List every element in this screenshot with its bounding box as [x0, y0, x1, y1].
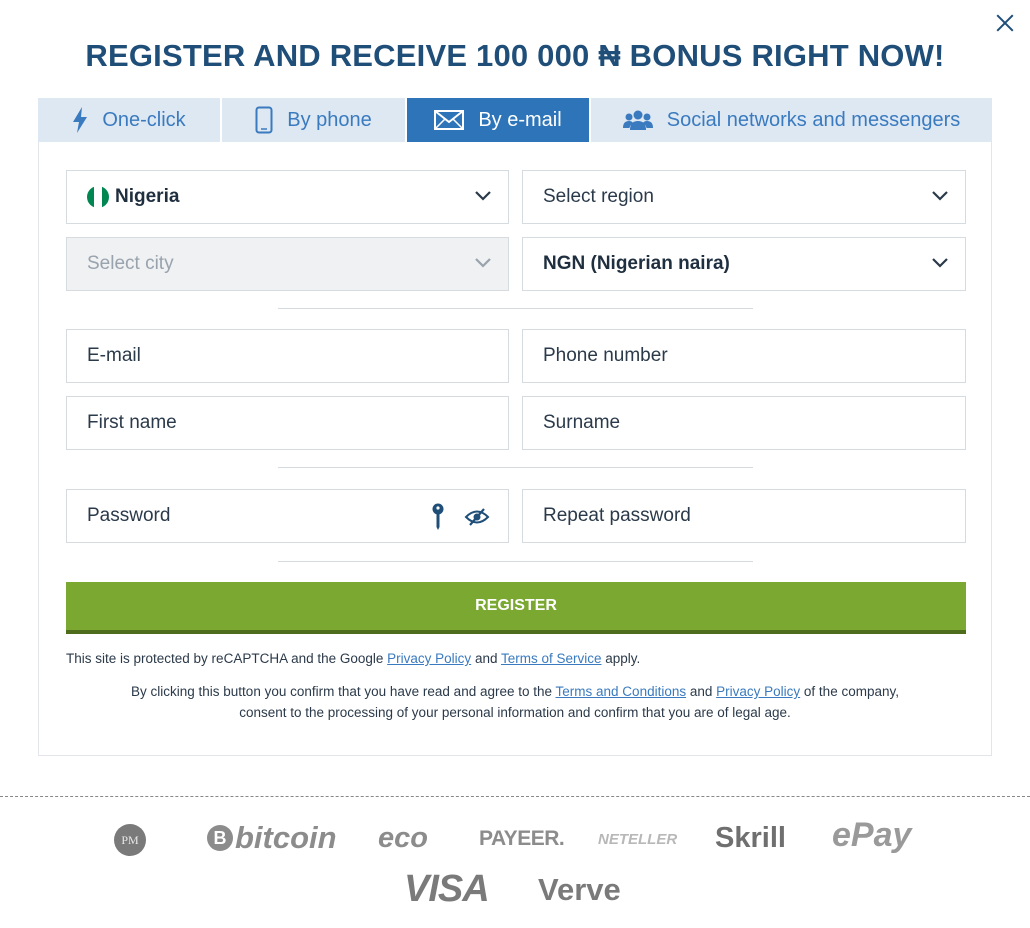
skrill-logo: Skrill [715, 822, 786, 854]
recaptcha-and: and [471, 651, 501, 666]
currency-value: NGN (Nigerian naira) [543, 253, 730, 274]
chevron-down-icon [475, 191, 491, 201]
terms-and-conditions-link[interactable]: Terms and Conditions [556, 684, 687, 699]
tab-label: By phone [287, 108, 372, 131]
surname-field[interactable]: Surname [522, 396, 966, 450]
google-terms-link[interactable]: Terms of Service [501, 651, 602, 666]
bitcoin-icon: B [207, 825, 233, 851]
country-value: Nigeria [115, 186, 180, 207]
eye-slash-icon[interactable] [464, 508, 490, 526]
tab-label: One-click [102, 108, 186, 131]
currency-select[interactable]: NGN (Nigerian naira) [522, 237, 966, 291]
register-button[interactable]: REGISTER [66, 582, 966, 634]
consent-note: By clicking this button you confirm that… [0, 681, 1030, 723]
city-select[interactable]: Select city [66, 237, 509, 291]
region-select[interactable]: Select region [522, 170, 966, 224]
close-icon[interactable] [992, 10, 1018, 36]
epay-logo: ePay [832, 816, 912, 854]
tab-label: By e-mail [478, 108, 562, 131]
registration-tabs: One-click By phone By e-mail Social netw… [38, 98, 992, 142]
region-placeholder: Select region [543, 186, 654, 207]
privacy-policy-link[interactable]: Privacy Policy [716, 684, 800, 699]
section-divider [278, 308, 753, 309]
repeat-password-placeholder: Repeat password [543, 505, 691, 526]
country-select[interactable]: Nigeria [66, 170, 509, 224]
recaptcha-text-after: apply. [601, 651, 641, 666]
phone-placeholder: Phone number [543, 345, 668, 366]
dashed-separator [0, 796, 1030, 797]
chevron-down-icon [475, 258, 491, 268]
tab-by-phone[interactable]: By phone [222, 98, 407, 142]
consent-line-1: By clicking this button you confirm that… [0, 681, 1030, 702]
pm-logo-mark: PM [114, 824, 146, 856]
tab-by-email[interactable]: By e-mail [407, 98, 591, 142]
recaptcha-note: This site is protected by reCAPTCHA and … [66, 648, 640, 669]
city-placeholder: Select city [87, 253, 174, 274]
recaptcha-text: This site is protected by reCAPTCHA and … [66, 651, 388, 666]
chevron-down-icon [932, 258, 948, 268]
eco-logo: eco [378, 822, 428, 854]
first-name-field[interactable]: First name [66, 396, 509, 450]
password-placeholder: Password [87, 505, 171, 526]
consent-text: By clicking this button you confirm that… [131, 684, 556, 699]
phone-field[interactable]: Phone number [522, 329, 966, 383]
consent-line-2: consent to the processing of your person… [239, 705, 791, 720]
payeer-logo: PAYEER. [479, 827, 565, 850]
key-icon[interactable] [431, 503, 445, 531]
consent-and: and [686, 684, 717, 699]
verve-logo: Verve [538, 872, 621, 907]
neteller-logo: NETELLER [598, 831, 678, 848]
users-icon [622, 110, 653, 130]
password-field[interactable]: Password [66, 489, 509, 543]
email-field[interactable]: E-mail [66, 329, 509, 383]
lightning-icon [73, 107, 88, 133]
tab-social-networks[interactable]: Social networks and messengers [591, 98, 992, 142]
visa-logo: VISA [404, 868, 490, 910]
consent-text-after: of the company, [800, 684, 899, 699]
chevron-down-icon [932, 191, 948, 201]
surname-placeholder: Surname [543, 412, 621, 433]
tab-label: Social networks and messengers [666, 108, 961, 131]
email-placeholder: E-mail [87, 345, 141, 366]
bitcoin-logo: B bitcoin [207, 820, 337, 856]
bitcoin-text: bitcoin [235, 820, 337, 855]
phone-icon [255, 106, 273, 134]
envelope-icon [434, 110, 465, 130]
repeat-password-field[interactable]: Repeat password [522, 489, 966, 543]
section-divider [278, 561, 753, 562]
tab-one-click[interactable]: One-click [38, 98, 222, 142]
google-privacy-policy-link[interactable]: Privacy Policy [387, 651, 471, 666]
perfect-money-logo: PM [114, 824, 146, 856]
section-divider [278, 467, 753, 468]
nigeria-flag-icon [87, 186, 109, 208]
first-name-placeholder: First name [87, 412, 177, 433]
page-title: REGISTER AND RECEIVE 100 000 ₦ BONUS RIG… [85, 38, 945, 73]
